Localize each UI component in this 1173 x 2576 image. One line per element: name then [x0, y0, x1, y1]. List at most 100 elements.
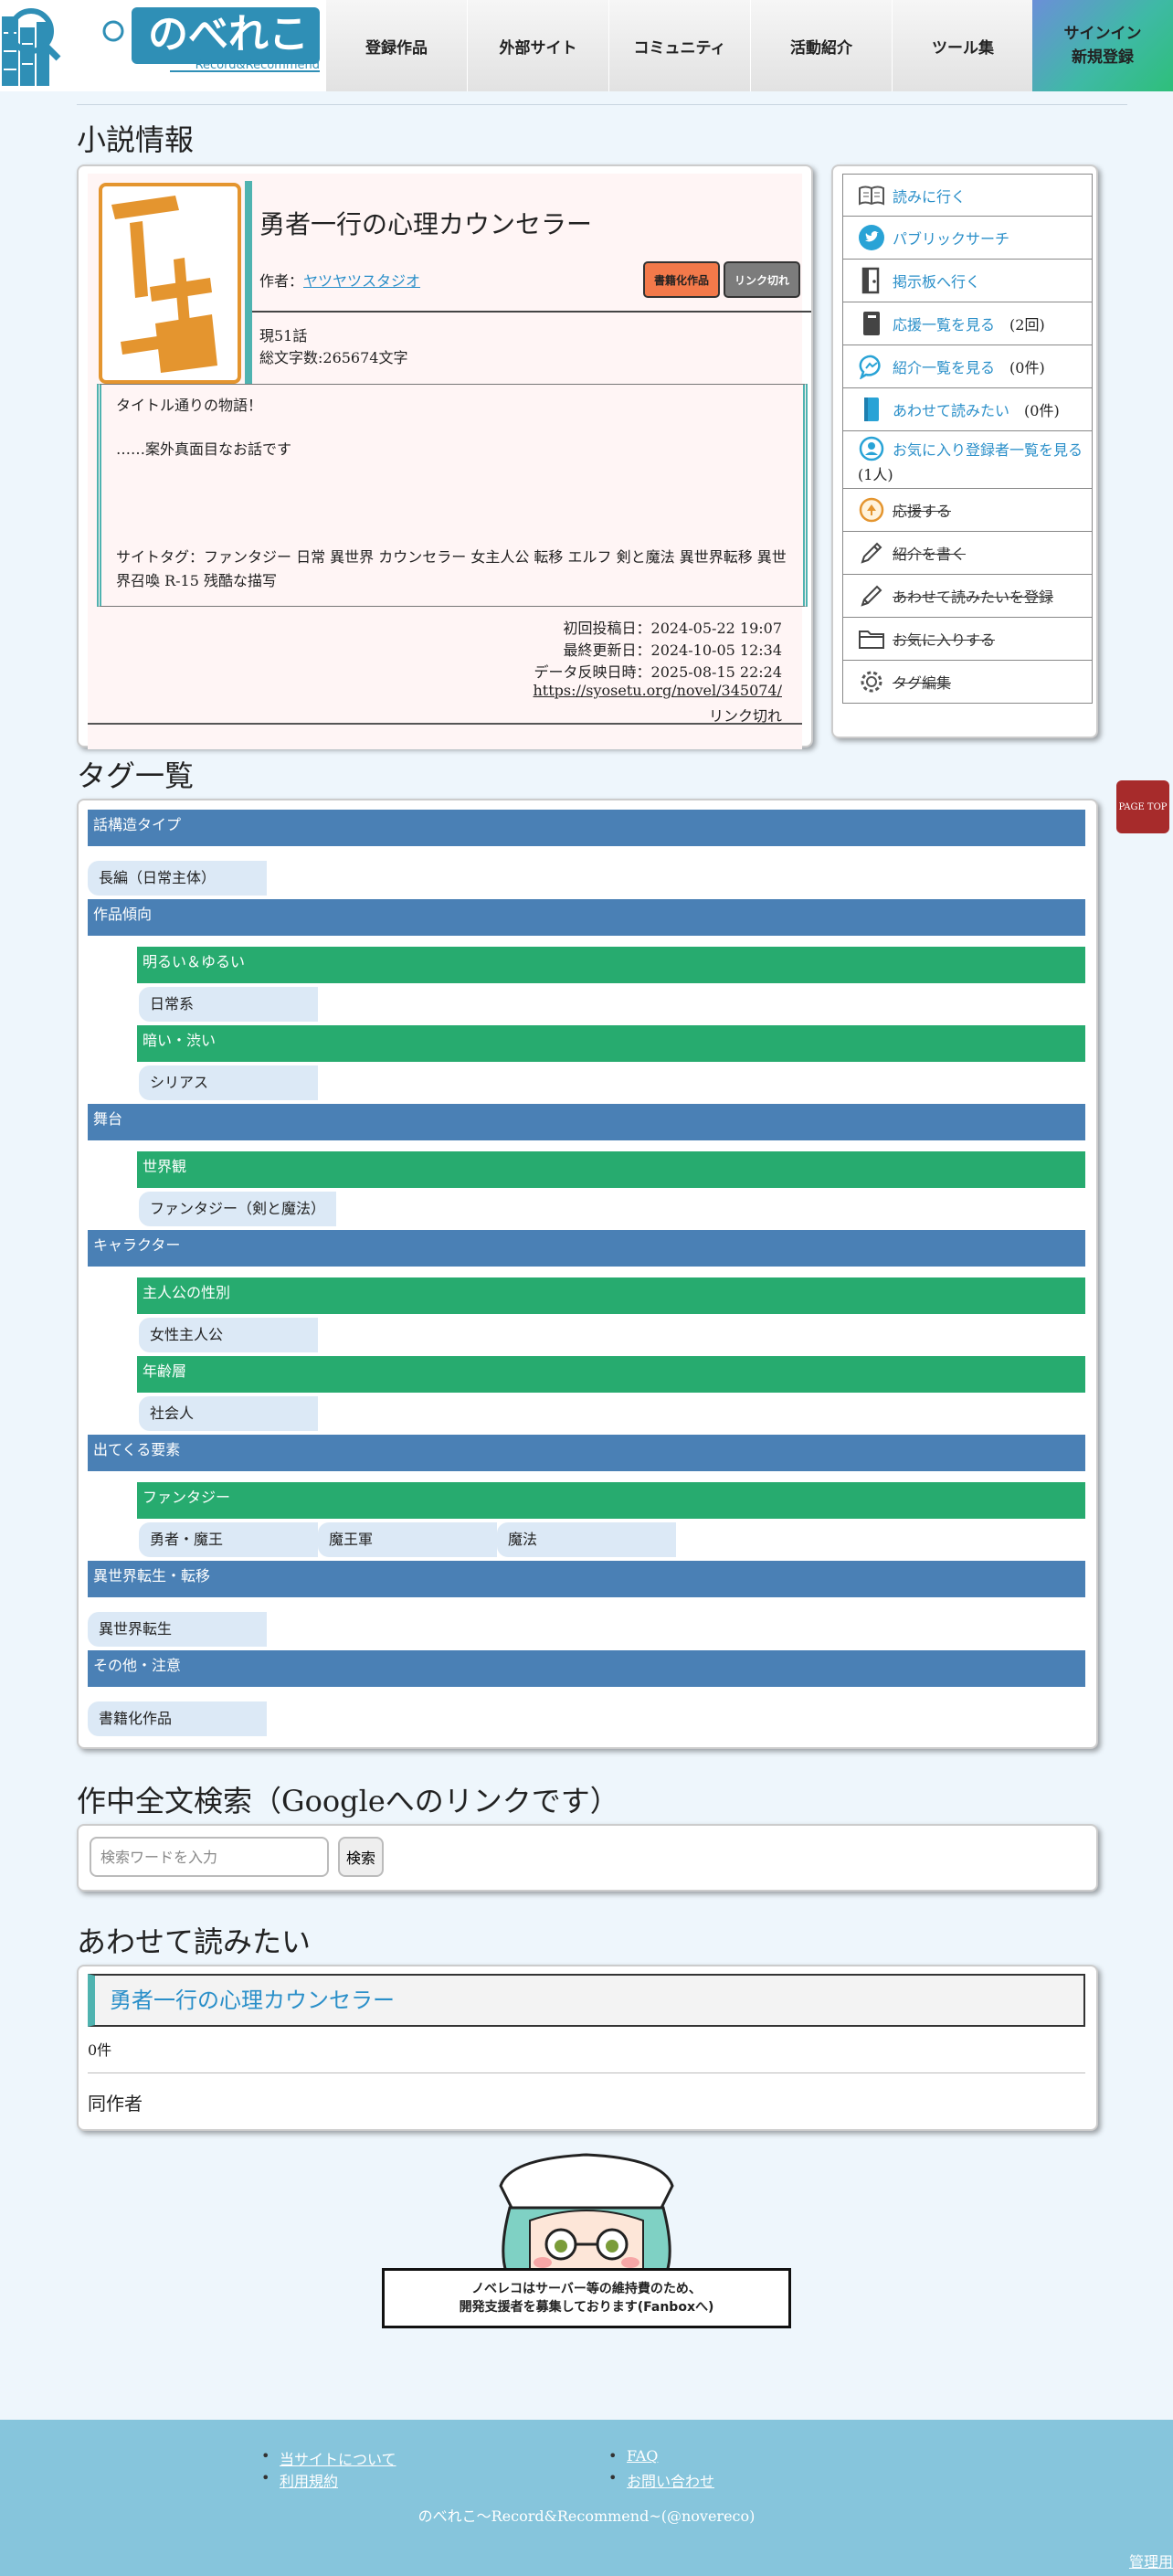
tag-item[interactable]: 長編（日常主体） [88, 861, 267, 896]
mascot-illustration [499, 2153, 674, 2272]
copyright-suffix: ) [749, 2507, 756, 2525]
action-menu-card: 読みに行く パブリックサーチ 掲示板へ行く 応援一覧を見る (2回) 紹介一覧を… [831, 164, 1098, 738]
menu-read-together[interactable]: あわせて読みたい (0件) [842, 388, 1093, 431]
tag-item[interactable]: 書籍化作品 [88, 1701, 267, 1736]
footer-copyright: のべれこ～Record&Recommend~(@novereco) [0, 2504, 1173, 2526]
menu-board[interactable]: 掲示板へ行く [842, 260, 1093, 302]
tag-item[interactable]: 魔王軍 [318, 1522, 497, 1557]
menu-write-intro-label: 紹介を書く [893, 546, 967, 563]
cover-logo-icon [111, 196, 217, 373]
book-open-icon [858, 182, 885, 209]
synopsis-line-1: タイトル通りの物語！ [116, 397, 263, 414]
chat-bubble-icon [858, 353, 885, 380]
menu-register-together-label: あわせて読みたいを登録 [893, 588, 1054, 606]
novel-info-panel: 勇者一行の心理カウンセラー 作者：ヤツヤツスタジオ 書籍化作品 リンク切れ 現5… [88, 174, 811, 749]
admin-link[interactable]: 管理用 [1129, 2549, 1173, 2571]
author-link[interactable]: ヤツヤツスタジオ [303, 272, 420, 290]
tag-category: 話構造タイプ [88, 810, 1085, 846]
site-logo[interactable]: のべれこ Record&Recommend [0, 0, 325, 91]
user-circle-icon [858, 435, 885, 462]
menu-public-search[interactable]: パブリックサーチ [842, 217, 1093, 260]
menu-board-label: 掲示板へ行く [893, 273, 981, 291]
tag-item[interactable]: 勇者・魔王 [139, 1522, 318, 1557]
tag-item[interactable]: シリアス [139, 1065, 318, 1100]
tag-subcategory: 主人公の性別 [137, 1277, 1085, 1314]
recommend-novel-title[interactable]: 勇者一行の心理カウンセラー [88, 1974, 1085, 2027]
menu-cheers-count: (2回) [1009, 316, 1045, 334]
tag-item[interactable]: 異世界転生 [88, 1612, 267, 1647]
menu-favorite[interactable]: お気に入りする [842, 618, 1093, 661]
author-row: 作者：ヤツヤツスタジオ [259, 269, 420, 291]
tag-item[interactable]: 日常系 [139, 987, 318, 1022]
tag-item[interactable]: 社会人 [139, 1396, 318, 1431]
first-post-date: 初回投稿日：2024-05-22 19:07 [563, 620, 782, 637]
tag-category: キャラクター [88, 1230, 1085, 1267]
menu-edit-tags[interactable]: タグ編集 [842, 661, 1093, 704]
door-icon [858, 267, 885, 294]
search-input[interactable] [90, 1837, 329, 1877]
menu-favorite-label: お気に入りする [893, 631, 996, 649]
search-button[interactable]: 検索 [338, 1837, 384, 1877]
tag-item[interactable]: 魔法 [497, 1522, 676, 1557]
copyright-prefix: のべれこ～Record&Recommend~( [417, 2507, 667, 2525]
main-nav: 登録作品 外部サイト コミュニティ 活動紹介 ツール集 [325, 0, 1033, 91]
menu-intros-count: (0件) [1009, 359, 1045, 376]
page-top-button[interactable]: PAGE TOP [1116, 780, 1169, 833]
tag-subcategory: 年齢層 [137, 1356, 1085, 1393]
menu-read-label: 読みに行く [893, 187, 967, 206]
same-author-heading: 同作者 [88, 2093, 143, 2115]
twitter-handle-link[interactable]: @novereco [667, 2507, 749, 2525]
menu-read-together-count: (0件) [1024, 402, 1060, 419]
menu-intros-list[interactable]: 紹介一覧を見る (0件) [842, 345, 1093, 388]
nav-activities[interactable]: 活動紹介 [750, 0, 892, 91]
tag-subcategory: ファンタジー [137, 1482, 1085, 1519]
menu-register-together[interactable]: あわせて読みたいを登録 [842, 575, 1093, 618]
menu-write-intro[interactable]: 紹介を書く [842, 532, 1093, 575]
logo-text: のべれこ [148, 11, 309, 58]
novel-url-link[interactable]: https://syosetu.org/novel/345074/ [533, 682, 782, 699]
tag-item[interactable]: 女性主人公 [139, 1318, 318, 1352]
nav-external-sites[interactable]: 外部サイト [467, 0, 608, 91]
footer-terms-link[interactable]: 利用規約 [261, 2469, 338, 2491]
nav-tools[interactable]: ツール集 [892, 0, 1033, 91]
menu-fav-users-label: お気に入り登録者一覧を見る [893, 441, 1083, 459]
header-divider [77, 104, 1127, 105]
menu-intros-label: 紹介一覧を見る [893, 359, 996, 376]
info-bottom-divider [88, 723, 802, 725]
nav-registered-works[interactable]: 登録作品 [325, 0, 467, 91]
recommend-count: 0件 [88, 2041, 112, 2059]
tag-category: 作品傾向 [88, 899, 1085, 936]
tag-category: 出てくる要素 [88, 1435, 1085, 1471]
novel-title: 勇者一行の心理カウンセラー [259, 209, 593, 239]
section-title-search: 作中全文検索（Googleへのリンクです） [77, 1784, 619, 1818]
tag-item[interactable]: ファンタジー（剣と魔法） [139, 1192, 336, 1226]
site-tags: サイトタグ：ファンタジー 日常 異世界 カウンセラー 女主人公 転移 エルフ 剣… [116, 548, 787, 589]
site-footer: 当サイトについて 利用規約 FAQ お問い合わせ のべれこ～Record&Rec… [0, 2420, 1173, 2576]
logo-subtitle: Record&Recommend [195, 58, 320, 72]
banner-line-1: ノベレコはサーバー等の維持費のため、 [471, 2282, 702, 2296]
recommend-divider [88, 2072, 1085, 2073]
tag-category: 舞台 [88, 1104, 1085, 1140]
banner-message-box[interactable]: ノベレコはサーバー等の維持費のため、 開発支援者を募集しております(Fanbox… [382, 2268, 791, 2328]
menu-read[interactable]: 読みに行く [842, 174, 1093, 217]
recommend-card: 勇者一行の心理カウンセラー 0件 同作者 [77, 1965, 1098, 2131]
section-title-novel-info: 小説情報 [77, 122, 195, 157]
signin-register-button[interactable]: サインイン 新規登録 [1032, 0, 1173, 91]
nav-community[interactable]: コミュニティ [608, 0, 750, 91]
book-icon [858, 396, 885, 423]
menu-fav-users[interactable]: お気に入り登録者一覧を見る (1人) [842, 431, 1093, 489]
menu-cheer-label: 応援する [893, 503, 952, 520]
pencil-icon [858, 539, 885, 567]
synopsis-line-2: ……案外真面目なお話です [116, 440, 292, 458]
menu-cheers-list[interactable]: 応援一覧を見る (2回) [842, 302, 1093, 345]
footer-about-link[interactable]: 当サイトについて [261, 2447, 396, 2469]
gear-icon [858, 668, 885, 695]
footer-contact-link[interactable]: お問い合わせ [608, 2469, 714, 2491]
character-count: 総文字数:265674文字 [259, 349, 408, 366]
footer-faq-link[interactable]: FAQ [608, 2447, 659, 2465]
action-menu: 読みに行く パブリックサーチ 掲示板へ行く 応援一覧を見る (2回) 紹介一覧を… [842, 174, 1093, 704]
cheer-badge-icon [858, 496, 885, 524]
info-divider [252, 311, 811, 313]
search-card: 検索 [77, 1824, 1098, 1892]
menu-cheer[interactable]: 応援する [842, 489, 1093, 532]
